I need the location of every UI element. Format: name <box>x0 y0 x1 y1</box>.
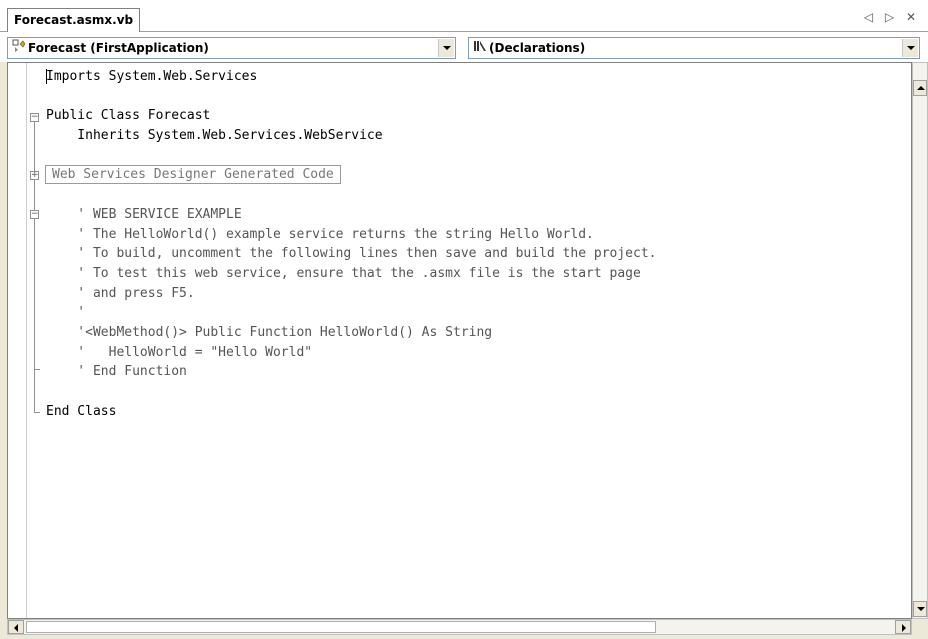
chevron-down-icon[interactable] <box>438 39 454 57</box>
method-name-dropdown[interactable]: (Declarations) <box>468 37 920 59</box>
outline-line <box>34 219 35 369</box>
vertical-scrollbar[interactable] <box>912 62 928 619</box>
tab-navigation[interactable]: ◁ ▷ ✕ <box>864 10 920 24</box>
code-line: Imports System.Web.Services <box>46 69 258 84</box>
horizontal-scrollbar[interactable] <box>7 619 912 635</box>
method-name-value: (Declarations) <box>489 41 586 55</box>
code-line: Public Class Forecast <box>46 108 211 124</box>
document-tab-strip: Forecast.asmx.vb ◁ ▷ ✕ <box>0 0 928 33</box>
scroll-right-icon[interactable] <box>895 620 911 634</box>
collapse-class-icon[interactable]: − <box>30 113 39 122</box>
code-line: ' and press F5. <box>46 285 195 301</box>
code-line: ' To test this web service, ensure that … <box>46 265 641 281</box>
declarations-icon <box>473 39 487 59</box>
code-line: ' WEB SERVICE EXAMPLE <box>46 206 242 222</box>
code-line: '<WebMethod()> Public Function HelloWorl… <box>46 324 493 340</box>
collapse-comment-icon[interactable]: − <box>30 210 39 219</box>
code-text[interactable]: Imports System.Web.Services Public Class… <box>45 67 657 421</box>
chevron-down-icon[interactable] <box>902 39 918 57</box>
tab-nav-icons[interactable]: ◁ ▷ ✕ <box>864 10 920 24</box>
code-line: ' End Function <box>46 364 187 380</box>
scroll-left-icon[interactable] <box>8 620 24 634</box>
code-editor[interactable]: − + − Imports System.Web.Services Public… <box>7 62 912 619</box>
code-line: Inherits System.Web.Services.WebService <box>46 128 383 144</box>
outline-end <box>34 412 40 413</box>
class-icon <box>12 39 26 59</box>
scroll-up-icon[interactable] <box>913 80 927 96</box>
code-line: ' HelloWorld = "Hello World" <box>46 344 313 360</box>
code-line: Web Services Designer Generated Code <box>45 165 656 185</box>
navigation-bar: Forecast (FirstApplication) (Declaration… <box>0 32 928 62</box>
horizontal-scroll-thumb[interactable] <box>26 621 656 633</box>
scrollbar-corner <box>912 619 928 635</box>
class-name-dropdown[interactable]: Forecast (FirstApplication) <box>7 37 456 59</box>
collapsed-region[interactable]: Web Services Designer Generated Code <box>45 165 341 185</box>
code-line: ' To build, uncomment the following line… <box>46 246 657 262</box>
code-line: ' <box>46 305 86 321</box>
code-line: End Class <box>46 403 117 419</box>
scroll-down-icon[interactable] <box>913 601 927 617</box>
tab-label: Forecast.asmx.vb <box>14 13 134 27</box>
selection-margin[interactable] <box>8 63 27 618</box>
tab-forecast-asmx-vb[interactable]: Forecast.asmx.vb <box>7 8 141 33</box>
outline-end <box>34 369 40 370</box>
expand-region-icon[interactable]: + <box>30 171 39 180</box>
code-line: ' The HelloWorld() example service retur… <box>46 226 594 242</box>
class-name-value: Forecast (FirstApplication) <box>28 41 209 55</box>
